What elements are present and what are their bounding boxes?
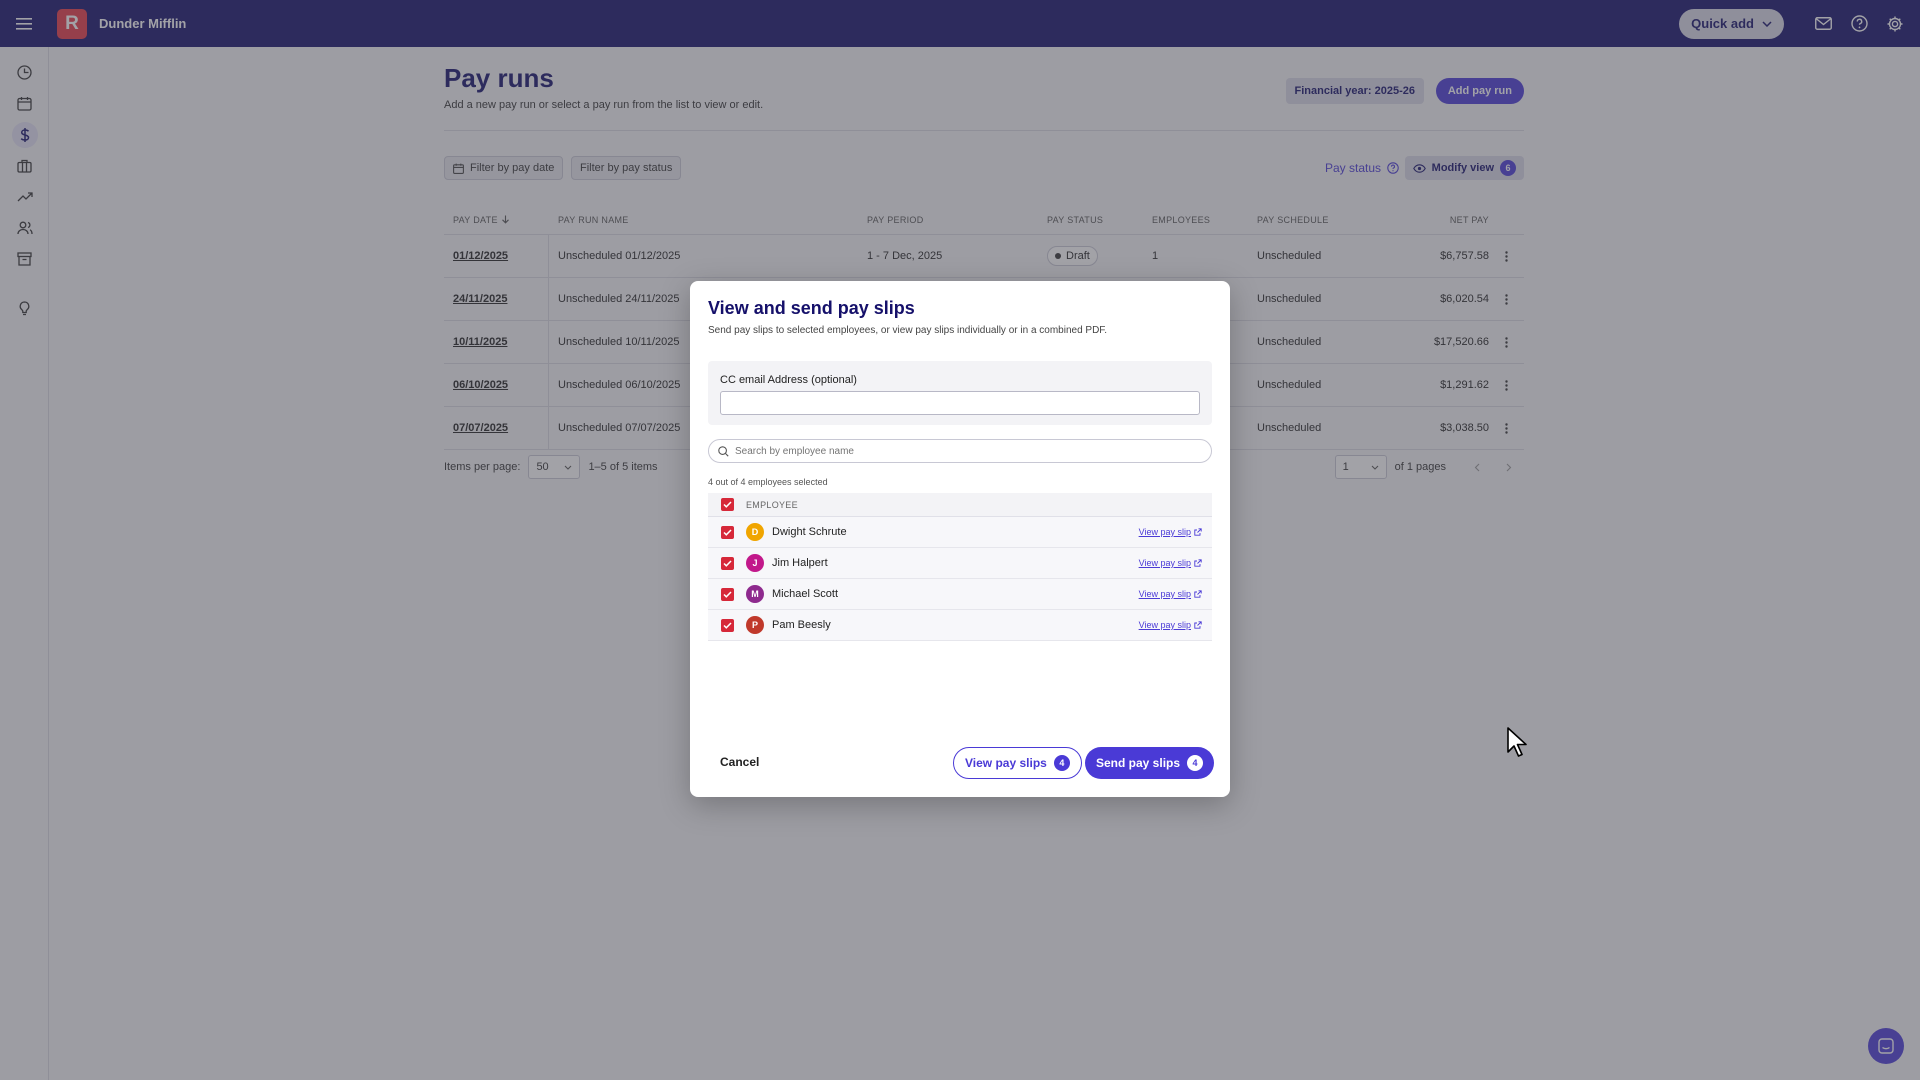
cancel-button[interactable]: Cancel (708, 746, 771, 778)
select-all-checkbox[interactable] (720, 498, 734, 511)
send-pay-slips-label: Send pay slips (1096, 756, 1181, 770)
employee-name: Jim Halpert (772, 557, 828, 569)
view-pay-slips-label: View pay slips (965, 756, 1047, 770)
employee-row: J Jim Halpert View pay slip (708, 548, 1212, 579)
check-icon (722, 528, 732, 536)
view-pay-slips-button[interactable]: View pay slips 4 (953, 747, 1082, 779)
mouse-cursor-icon (1506, 726, 1528, 763)
view-pay-slip-link[interactable]: View pay slip (1139, 558, 1202, 568)
external-link-icon (1194, 559, 1202, 567)
employee-checkbox[interactable] (720, 525, 734, 539)
employee-checkbox[interactable] (720, 587, 734, 601)
external-link-icon (1194, 621, 1202, 629)
employee-table-header: EMPLOYEE (708, 493, 1212, 517)
dialog-subtitle: Send pay slips to selected employees, or… (708, 325, 1108, 336)
view-pay-slip-link[interactable]: View pay slip (1139, 589, 1202, 599)
check-icon (722, 559, 732, 567)
employee-header-label: EMPLOYEE (746, 499, 798, 510)
employee-name: Dwight Schrute (772, 526, 847, 538)
dialog-title: View and send pay slips (708, 298, 915, 318)
send-pay-slips-dialog: View and send pay slips Send pay slips t… (690, 281, 1230, 797)
avatar: P (746, 616, 764, 634)
employee-checkbox[interactable] (720, 556, 734, 570)
avatar: D (746, 523, 764, 541)
employee-row: P Pam Beesly View pay slip (708, 610, 1212, 641)
cc-email-input[interactable] (720, 391, 1200, 415)
avatar: M (746, 585, 764, 603)
avatar: J (746, 554, 764, 572)
employee-name: Michael Scott (772, 588, 839, 600)
employee-checkbox[interactable] (720, 618, 734, 632)
view-pay-slips-count: 4 (1053, 755, 1070, 771)
send-pay-slips-button[interactable]: Send pay slips 4 (1085, 747, 1215, 779)
external-link-icon (1194, 590, 1202, 598)
check-icon (722, 621, 732, 629)
check-icon (722, 501, 732, 508)
employee-row: M Michael Scott View pay slip (708, 579, 1212, 610)
view-pay-slip-link[interactable]: View pay slip (1139, 620, 1202, 630)
send-pay-slips-count: 4 (1187, 755, 1204, 771)
view-pay-slip-link[interactable]: View pay slip (1139, 527, 1202, 537)
external-link-icon (1194, 528, 1202, 536)
cc-email-section: CC email Address (optional) (708, 361, 1212, 425)
employee-search[interactable] (708, 439, 1212, 463)
employee-table: EMPLOYEE D Dwight Schrute View pay slip … (708, 493, 1212, 641)
search-icon (718, 445, 729, 457)
search-input[interactable] (735, 445, 1185, 457)
employee-row: D Dwight Schrute View pay slip (708, 517, 1212, 548)
cc-email-label: CC email Address (optional) (720, 374, 857, 386)
selected-count: 4 out of 4 employees selected (708, 477, 828, 487)
employee-name: Pam Beesly (772, 619, 831, 631)
check-icon (722, 590, 732, 598)
